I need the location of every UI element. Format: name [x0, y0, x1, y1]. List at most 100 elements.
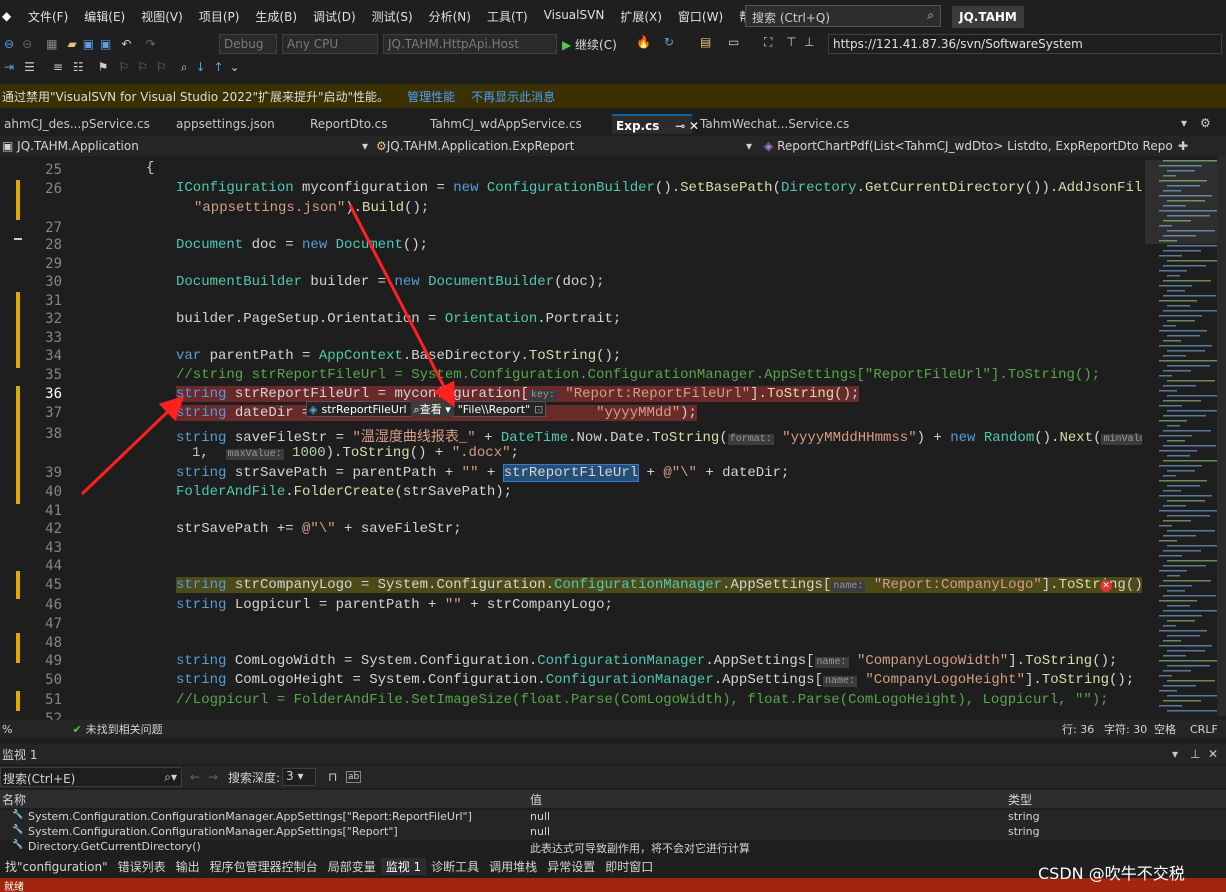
dont-show-again-link[interactable]: 不再显示此消息 — [471, 88, 555, 105]
startup-project-select[interactable]: JQ.TAHM.HttpApi.Host — [383, 34, 557, 54]
save-icon[interactable]: ▣ — [83, 37, 94, 51]
tool-tab[interactable]: 找"configuration" — [0, 858, 113, 875]
close-icon[interactable]: ⊸ ✕ — [671, 119, 699, 133]
format-icon[interactable]: ⊓ — [328, 770, 337, 784]
pin-icon[interactable]: ⊡ — [534, 403, 543, 416]
tool-tab[interactable]: 输出 — [171, 858, 205, 875]
undo-icon[interactable]: ↶ — [121, 37, 131, 51]
open-icon[interactable]: ▰ — [67, 37, 76, 51]
menu-item[interactable]: 扩展(X) — [612, 8, 670, 25]
platform-select[interactable]: Any CPU — [282, 34, 378, 54]
eol-indicator[interactable]: CRLF — [1190, 723, 1218, 736]
data-tip[interactable]: ◈ strReportFileUrl ⌕查看 ▾ "File\\Report" … — [306, 401, 547, 417]
tool-tab[interactable]: 错误列表 — [113, 858, 171, 875]
vertical-scrollbar[interactable] — [1217, 156, 1226, 716]
settings-icon[interactable]: ⚙ — [1200, 116, 1211, 130]
back-arrow-icon[interactable]: ← — [190, 770, 200, 784]
watch-window-header: 监视 1 ▾ ⊥ ✕ — [0, 744, 1226, 764]
overflow-icon[interactable]: ⌄ — [230, 60, 240, 74]
tool-tab[interactable]: 监视 1 — [380, 857, 427, 875]
watch-row[interactable]: 🔧 System.Configuration.ConfigurationManag… — [0, 825, 1226, 840]
restart-icon[interactable]: ↻ — [664, 35, 674, 49]
config-select[interactable]: Debug — [219, 34, 277, 54]
menu-item[interactable]: 编辑(E) — [76, 8, 133, 25]
dropdown-icon[interactable]: ▾ — [1172, 747, 1178, 761]
depth-select[interactable]: 3 ▾ — [282, 768, 316, 786]
up-arrow-icon[interactable]: ↑ — [214, 60, 224, 74]
zoom-level[interactable]: % — [2, 723, 12, 736]
menu-item[interactable]: 分析(N) — [421, 8, 479, 25]
watch-search-input[interactable]: 搜索(Ctrl+E) ⌕▾ — [0, 767, 182, 787]
find-icon[interactable]: ⌕ — [181, 60, 188, 75]
next-bookmark-icon[interactable]: ⚐ — [137, 60, 148, 74]
watch-row[interactable]: 🔧 System.Configuration.ConfigurationManag… — [0, 810, 1226, 825]
tab[interactable]: TahmWechat...Service.cs — [696, 114, 868, 134]
member-dropdown[interactable]: ◈ ReportChartPdf(List<TahmCJ_wdDto> List… — [764, 139, 1173, 153]
redo-icon[interactable]: ↷ — [145, 37, 155, 51]
tab[interactable]: TahmCJ_wdAppService.cs — [426, 114, 602, 134]
down-arrow-icon[interactable]: ↓ — [195, 60, 205, 74]
close-icon[interactable]: ✕ — [1208, 747, 1218, 761]
indent-icon[interactable]: ⇥ — [4, 60, 14, 74]
uncomment-icon[interactable]: ☷ — [73, 60, 84, 74]
minimap[interactable] — [1145, 156, 1225, 716]
menu-item[interactable]: 视图(V) — [133, 8, 191, 25]
forward-icon[interactable]: ⊖ — [22, 37, 32, 51]
hex-icon[interactable]: ab — [346, 771, 362, 783]
bookmark-icon[interactable]: ⚑ — [98, 60, 109, 74]
tool-tab[interactable]: 调用堆栈 — [484, 858, 542, 875]
view-button[interactable]: ⌕查看 ▾ — [410, 401, 454, 417]
svn-url-field[interactable]: https://121.41.87.36/svn/SoftwareSystem — [828, 34, 1222, 54]
comment-icon[interactable]: ☰ — [24, 60, 35, 74]
tool-tab[interactable]: 异常设置 — [542, 858, 600, 875]
pin-icon[interactable]: ⊥ — [1190, 747, 1200, 761]
tool-tab[interactable]: 局部变量 — [323, 858, 381, 875]
back-icon[interactable]: ⊖ — [4, 37, 14, 51]
menu-item[interactable]: 项目(P) — [191, 8, 248, 25]
hot-reload-icon[interactable]: 🔥 — [636, 35, 651, 49]
tool-tab[interactable]: 即时窗口 — [600, 858, 658, 875]
project-dropdown[interactable]: ▣ JQ.TAHM.Application ▾ — [0, 139, 372, 153]
tab[interactable]: appsettings.json — [172, 114, 292, 134]
menu-item[interactable]: 窗口(W) — [670, 8, 731, 25]
tool-tab[interactable]: 诊断工具 — [426, 858, 484, 875]
menu-item[interactable]: 调试(D) — [305, 8, 364, 25]
watch-value: null — [530, 810, 551, 823]
tab[interactable]: Exp.cs ⊸ ✕ — [612, 114, 699, 134]
minimap-line — [1159, 555, 1182, 557]
error-icon[interactable]: ✕ — [1100, 580, 1112, 592]
collapse-marker[interactable] — [14, 238, 22, 240]
svn-icon[interactable]: ▤ — [700, 35, 711, 49]
prev-bookmark-icon[interactable]: ⚐ — [118, 60, 129, 74]
menu-item[interactable]: 工具(T) — [479, 8, 536, 25]
layout-icon[interactable]: ▭ — [728, 35, 739, 49]
minimap-line — [1159, 405, 1182, 407]
format-icon[interactable]: ≡ — [53, 60, 63, 74]
menu-item[interactable]: 文件(F) — [20, 8, 76, 25]
menu-item[interactable]: VisualSVN — [536, 8, 613, 25]
code-editor[interactable]: { IConfiguration myconfiguration = new C… — [82, 156, 1142, 716]
continue-button[interactable]: ▶ 继续(C) — [562, 36, 617, 53]
save-all-icon[interactable]: ▣ — [100, 37, 111, 51]
forward-arrow-icon[interactable]: → — [208, 770, 218, 784]
issues-status[interactable]: 未找到相关问题 — [86, 721, 163, 737]
tab[interactable]: ahmCJ_des...pService.cs — [0, 114, 160, 134]
menu-item[interactable]: 生成(B) — [247, 8, 305, 25]
menu-item[interactable]: 测试(S) — [364, 8, 421, 25]
minimap-viewport[interactable] — [1145, 160, 1217, 244]
whitespace-indicator[interactable]: 空格 — [1154, 721, 1176, 737]
upload-icon[interactable]: ⊥ — [804, 35, 814, 49]
tab[interactable]: ReportDto.cs — [306, 114, 416, 134]
class-dropdown[interactable]: ⚙JQ.TAHM.Application.ExpReport ▾ — [376, 139, 756, 153]
tab-overflow-icon[interactable]: ▾ — [1181, 116, 1187, 130]
pin-icon[interactable]: ⊤ — [786, 35, 796, 49]
manage-performance-link[interactable]: 管理性能 — [407, 88, 455, 105]
search-box[interactable]: 搜索 (Ctrl+Q) ⌕ — [745, 5, 941, 27]
split-icon[interactable]: ✚ — [1178, 139, 1188, 153]
clear-bookmark-icon[interactable]: ⚐ — [156, 60, 167, 74]
tool-tab[interactable]: 程序包管理器控制台 — [205, 858, 323, 875]
minimap-line — [1167, 500, 1205, 502]
network-icon[interactable]: ⛶ — [764, 35, 772, 50]
new-project-icon[interactable]: ▦ — [46, 37, 57, 51]
watch-row[interactable]: 🔧 Directory.GetCurrentDirectory() 此表达式可导致副… — [0, 840, 1226, 855]
